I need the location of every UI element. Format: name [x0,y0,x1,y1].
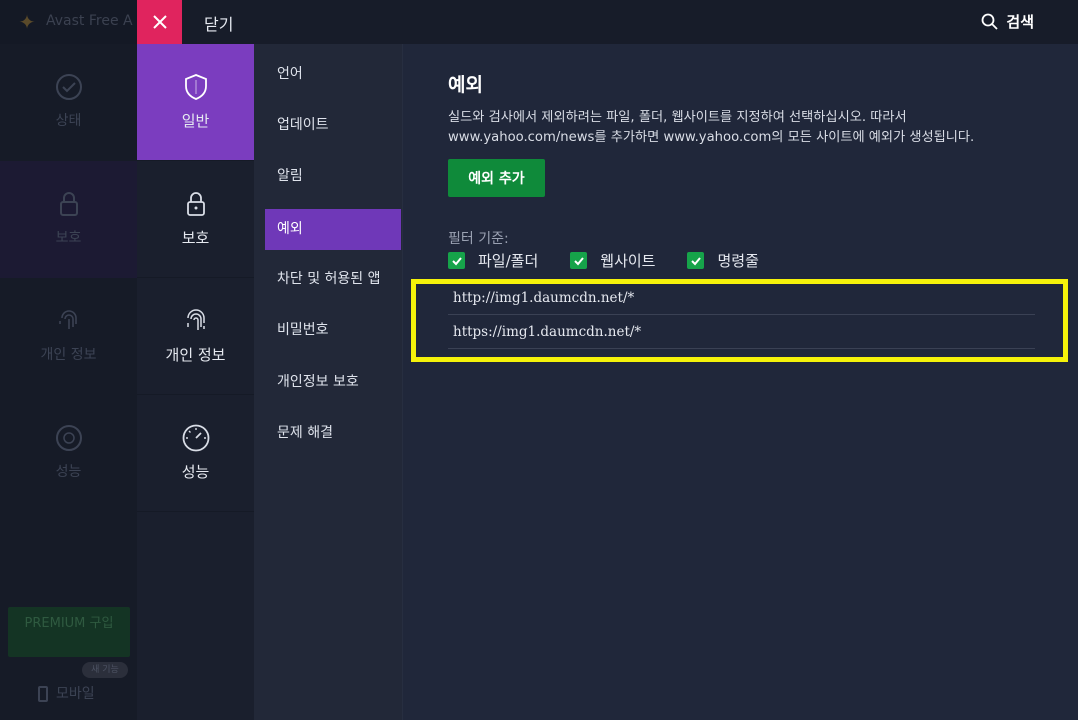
search-button[interactable]: 검색 [981,11,1034,32]
category-label: 성능 [181,463,210,481]
background-nav-label: 성능 [55,464,82,480]
category-sidebar: 일반 보호 개인 정보 성능 [137,44,254,720]
subnav-notifications[interactable]: 알림 [265,156,401,197]
exception-row[interactable]: https://img1.daumcdn.net/* [448,315,1035,349]
background-nav-label: 보호 [55,230,82,246]
phone-icon [38,686,48,702]
add-exception-button[interactable]: 예외 추가 [448,159,545,197]
shield-icon [184,74,207,100]
background-mobile-link: 모바일 [38,683,95,703]
avast-logo-icon: ✦ [18,10,36,34]
subnav-troubleshooting[interactable]: 문제 해결 [265,413,401,454]
background-nav-protection: 보호 [0,161,137,278]
fingerprint-icon [186,309,205,330]
background-app: ✦ Avast Free A 상태 보호 개인 정보 성능 PREMIUM 구입… [0,0,137,720]
exceptions-list: http://img1.daumcdn.net/* https://img1.d… [448,281,1035,349]
close-label[interactable]: 닫기 [204,11,233,35]
lock-icon [59,192,78,216]
filter-group: 파일/폴더 웹사이트 명령줄 [448,250,791,271]
subnav-update[interactable]: 업데이트 [265,105,401,146]
filter-websites[interactable]: 웹사이트 [570,250,655,271]
filter-command-line[interactable]: 명령줄 [687,250,759,271]
subsection-nav: 언어 업데이트 알림 예외 차단 및 허용된 앱 비밀번호 개인정보 보호 문제… [254,44,402,720]
category-label: 보호 [181,229,210,247]
filter-label-text: 명령줄 [717,252,759,270]
settings-panel: 닫기 검색 일반 보호 개인 정보 성능 언어 업데이트 알림 예외 차단 및 … [137,0,1078,720]
category-label: 일반 [181,112,210,130]
category-general[interactable]: 일반 [137,44,254,161]
close-icon [152,15,167,29]
checkbox-checked-icon[interactable] [687,252,705,269]
filter-label-text: 웹사이트 [600,252,656,270]
background-nav-status: 상태 [0,44,137,161]
exception-row[interactable]: http://img1.daumcdn.net/* [448,281,1035,315]
subnav-blocked-allowed-apps[interactable]: 차단 및 허용된 앱 [265,259,401,300]
background-titlebar: ✦ Avast Free A [0,0,137,44]
exceptions-description: 실드와 검사에서 제외하려는 파일, 폴더, 웹사이트를 지정하여 선택하십시오… [448,110,975,145]
background-nav-label: 상태 [55,113,82,129]
category-label: 개인 정보 [165,346,226,364]
background-nav-label: 개인 정보 [40,347,97,363]
category-protection[interactable]: 보호 [137,161,254,278]
background-nav-privacy: 개인 정보 [0,278,137,395]
search-label: 검색 [1006,13,1034,31]
checkbox-checked-icon[interactable] [570,252,588,269]
background-new-badge: 새 기능 [82,662,128,678]
exceptions-content: 예외 실드와 검사에서 제외하려는 파일, 폴더, 웹사이트를 지정하여 선택하… [402,44,1078,720]
subnav-passwords[interactable]: 비밀번호 [265,310,401,351]
category-privacy[interactable]: 개인 정보 [137,278,254,395]
background-mobile-label: 모바일 [56,686,95,702]
checkbox-checked-icon[interactable] [448,252,465,269]
gauge-icon [55,425,82,451]
gauge-icon [182,424,209,452]
settings-topbar: 닫기 검색 [137,0,1078,44]
background-premium-button: PREMIUM 구입 [8,607,130,657]
filter-files-folders[interactable]: 파일/폴더 [448,250,538,271]
filter-label: 필터 기준: [448,231,509,247]
category-performance[interactable]: 성능 [137,395,254,512]
background-app-title: Avast Free A [46,13,133,29]
lock-icon [186,192,205,216]
subnav-language[interactable]: 언어 [265,54,401,95]
close-button[interactable] [137,0,182,44]
check-circle-icon [55,74,82,100]
page-title: 예외 [448,74,483,96]
subnav-exceptions[interactable]: 예외 [265,209,401,250]
search-icon [981,13,999,30]
subnav-privacy[interactable]: 개인정보 보호 [265,362,401,403]
fingerprint-icon [58,310,77,329]
filter-label-text: 파일/폴더 [478,252,539,270]
background-nav-performance: 성능 [0,395,137,512]
